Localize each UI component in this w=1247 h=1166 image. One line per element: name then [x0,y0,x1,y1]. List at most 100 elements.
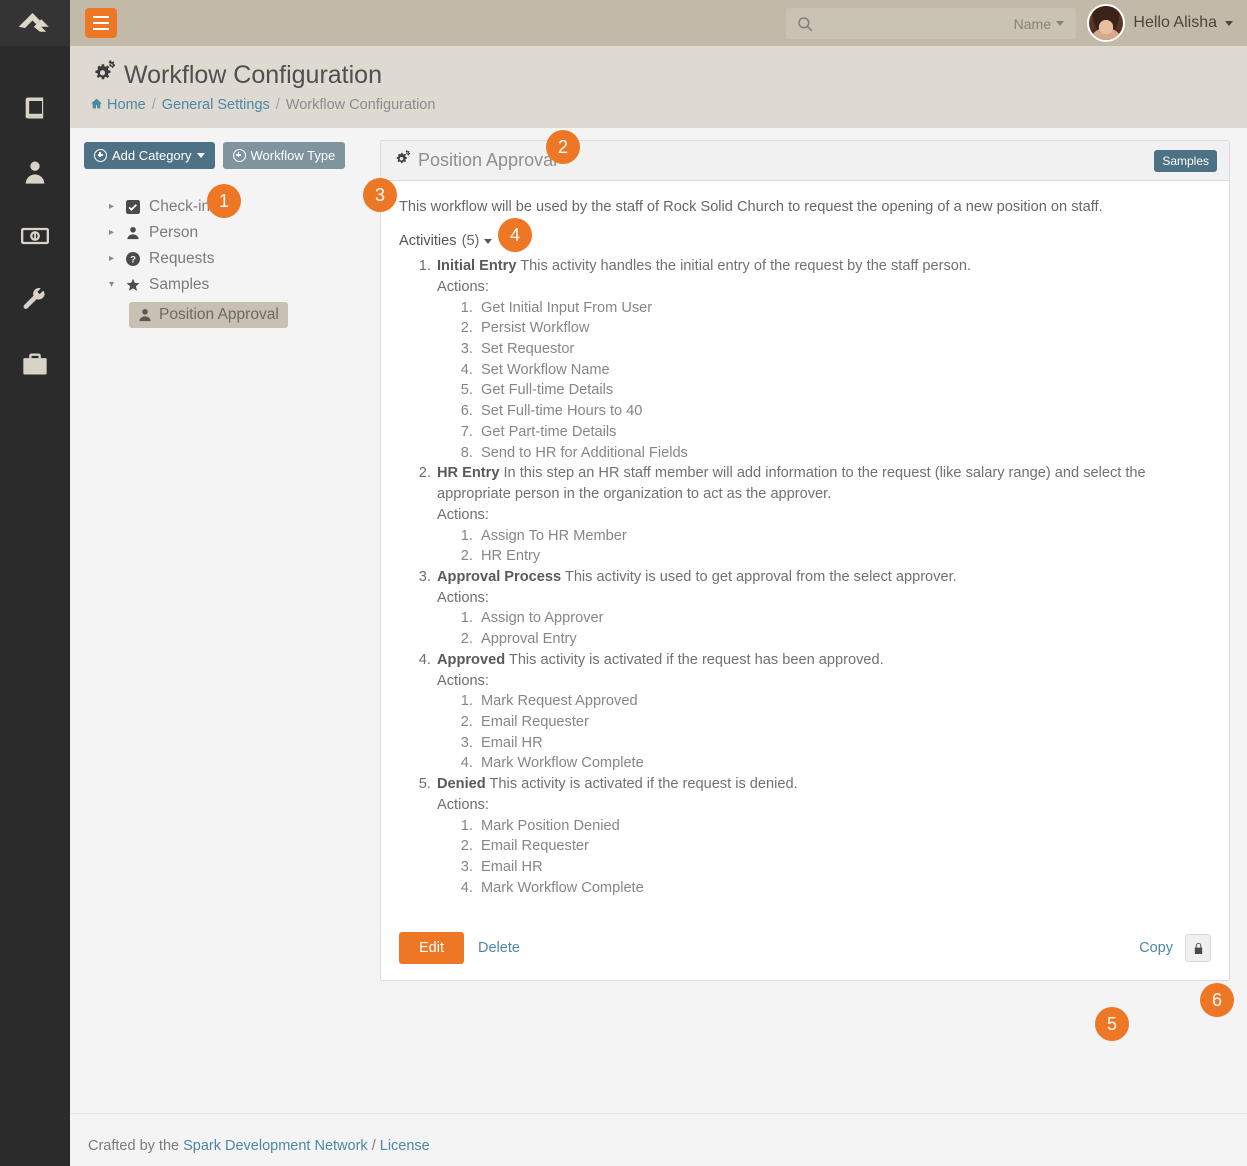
chevron-down-icon [484,238,493,244]
svg-text:?: ? [130,255,136,266]
activity-name: HR Entry [437,465,500,482]
gears-icon [90,60,116,92]
action-item: Assign To HR Member [477,526,1211,547]
action-item: Mark Position Denied [477,816,1211,837]
tree-item-person[interactable]: ▸ Person [84,220,379,246]
person-icon [139,308,151,322]
license-link[interactable]: License [380,1138,430,1154]
activities-list: Initial Entry This activity handles the … [399,256,1211,898]
action-item: Email HR [477,733,1211,754]
tree-item-position-approval[interactable]: Position Approval [129,302,288,328]
search-mode-label: Name [1013,15,1051,32]
actions-label: Actions: [437,506,489,523]
content-area: Add Category Workflow Type ▸ Check-in ▸ [70,128,1247,1113]
step-marker-5: 5 [1095,1007,1129,1041]
search-input[interactable] [820,14,1014,33]
breadcrumb: Home / General Settings / Workflow Confi… [90,97,1247,113]
briefcase-icon[interactable] [0,332,70,396]
user-menu[interactable]: Hello Alisha [1087,4,1233,42]
breadcrumb-separator: / [151,96,156,113]
delete-button[interactable]: Delete [478,940,520,956]
plus-circle-icon [232,149,246,162]
breadcrumb-item-general-settings[interactable]: General Settings [162,97,270,113]
actions-list: Get Initial Input From UserPersist Workf… [437,298,1211,464]
person-icon[interactable] [0,140,70,204]
top-navigation-bar: Name Hello Alisha [70,0,1247,46]
search-mode-selector[interactable]: Name [1014,16,1064,32]
actions-list: Mark Position DeniedEmail RequesterEmail… [437,816,1211,899]
book-icon[interactable] [0,76,70,140]
chevron-down-icon [196,153,205,158]
actions-label: Actions: [437,589,489,606]
lock-button[interactable] [1185,934,1211,963]
tree-item-samples[interactable]: ▾ Samples [84,272,379,298]
activity-item: Initial Entry This activity handles the … [435,256,1211,463]
chevron-right-icon[interactable]: ▸ [109,228,119,238]
activity-description: This activity handles the initial entry … [520,258,972,275]
actions-label: Actions: [437,278,489,295]
activity-description: In this step an HR staff member will add… [437,465,1146,503]
star-icon [126,278,142,292]
panel-footer: Edit Delete Copy [381,920,1229,980]
left-icon-rail [0,0,70,1166]
step-marker-2: 2 [546,130,580,164]
tree-item-label: Samples [149,276,210,293]
action-item: Assign to Approver [477,608,1211,629]
avatar [1087,4,1126,42]
tree-item-requests[interactable]: ▸ ? Requests [84,246,379,272]
action-item: Get Initial Input From User [477,298,1211,319]
page-header: Workflow Configuration Home / General Se… [70,46,1247,128]
activities-label: Activities [399,233,457,250]
actions-list: Mark Request ApprovedEmail RequesterEmai… [437,691,1211,774]
action-item: Email Requester [477,836,1211,857]
action-item: Persist Workflow [477,318,1211,339]
action-item: Email Requester [477,712,1211,733]
actions-label: Actions: [437,796,489,813]
tree-toolbar: Add Category Workflow Type [84,142,379,169]
actions-list: Assign To HR MemberHR Entry [437,526,1211,567]
wrench-icon[interactable] [0,268,70,332]
actions-label: Actions: [437,672,489,689]
person-icon [126,226,142,240]
chevron-down-icon [1056,21,1064,26]
chevron-right-icon[interactable]: ▸ [109,254,119,264]
status-badge[interactable]: Samples [1154,149,1217,172]
footer-separator: / [367,1138,380,1154]
plus-circle-icon [94,149,107,162]
search-icon [796,15,814,33]
activity-name: Approval Process [437,568,562,585]
action-item: HR Entry [477,546,1211,567]
action-item: Send to HR for Additional Fields [477,443,1211,464]
footer-right-actions: Copy [1139,934,1211,963]
rock-logo-icon [18,13,49,32]
tree-child-label: Position Approval [159,306,279,323]
activity-name: Initial Entry [437,258,517,275]
action-item: Get Part-time Details [477,422,1211,443]
hamburger-icon[interactable] [85,8,117,38]
chevron-right-icon[interactable]: ▸ [109,202,119,212]
add-category-button[interactable]: Add Category [84,142,215,169]
rock-rms-logo[interactable] [0,0,70,46]
activity-item: Approval Process This activity is used t… [435,567,1211,650]
step-marker-6: 6 [1200,983,1234,1017]
panel-title-text: Position Approval [418,150,558,170]
spark-network-link[interactable]: Spark Development Network [183,1138,368,1154]
panel-header: Position Approval Samples [381,141,1229,181]
edit-button[interactable]: Edit [399,932,464,965]
action-item: Mark Request Approved [477,691,1211,712]
add-category-label: Add Category [112,148,192,163]
activity-item: Approved This activity is activated if t… [435,650,1211,774]
breadcrumb-item-home[interactable]: Home [90,97,146,113]
rail-icon-list [0,46,70,396]
workflow-type-button[interactable]: Workflow Type [222,142,346,169]
activities-toggle[interactable]: Activities (5) [399,233,493,250]
page-title-text: Workflow Configuration [124,61,382,89]
chevron-down-icon[interactable]: ▾ [109,280,119,290]
search-box[interactable]: Name [786,8,1076,39]
action-item: Mark Workflow Complete [477,753,1211,774]
money-bill-icon[interactable] [0,204,70,268]
chevron-down-icon [1225,20,1233,26]
copy-button[interactable]: Copy [1139,940,1173,956]
gears-icon [393,149,411,172]
tree-item-label: Check-in [149,198,211,215]
